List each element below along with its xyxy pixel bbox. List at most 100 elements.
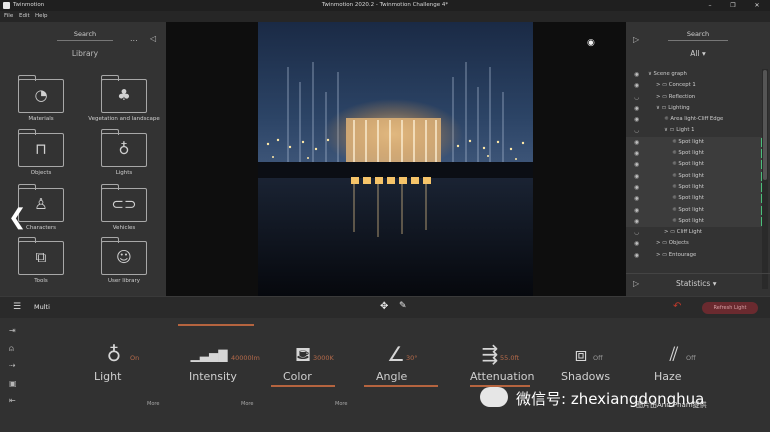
visibility-eye-icon[interactable]: ◉ (634, 80, 639, 91)
collapse-right-icon[interactable]: ▷ (633, 35, 639, 44)
view-eye-icon[interactable]: ◉ (587, 38, 595, 48)
library-search-tab[interactable]: Search (57, 30, 113, 41)
scene-tree-row[interactable]: ◡ > ▭ Reflection (626, 92, 762, 103)
materials-icon: ◔ (34, 86, 48, 104)
scene-tree-row[interactable]: ◉ ☼ Spot light (626, 148, 762, 160)
visibility-eye-icon[interactable]: ◉ (634, 137, 639, 148)
visibility-eye-icon[interactable]: ◉ (634, 238, 639, 249)
scene-tree-row[interactable]: ◉ ☼ Spot light (626, 204, 762, 216)
chevron-down-icon: ▾ (701, 49, 706, 58)
more-link-light[interactable]: More (147, 401, 159, 407)
prop-light[interactable]: ♁ On Light (94, 330, 184, 420)
more-options-icon[interactable]: ... (130, 34, 138, 43)
library-item-user-library[interactable]: ☺ User library (89, 237, 149, 291)
more-link-intensity[interactable]: More (241, 401, 253, 407)
line-icon[interactable]: ⇢ (9, 361, 27, 379)
library-panel: Search Library ... ◁ ◔ Materials ♣ Veget… (0, 22, 166, 296)
pipette-icon[interactable]: ✎ (399, 301, 407, 311)
visibility-hidden-icon[interactable]: ◡ (634, 125, 639, 136)
scene-tree-row[interactable]: ◉ > ▭ Concept 1 (626, 80, 762, 91)
scene-tree-label: ☼ Spot light (672, 172, 704, 179)
scene-tree-row[interactable]: ◉ ☼ Spot light (626, 215, 762, 228)
close-button[interactable]: ✕ (750, 0, 764, 11)
scene-tree-label: ∨ ▭ Light 1 (664, 127, 695, 134)
chevron-left-icon[interactable]: ❮ (8, 205, 26, 230)
visibility-eye-icon[interactable]: ◉ (634, 171, 639, 182)
prop-intensity[interactable]: ▁▃▅▇ 40000lm Intensity (178, 324, 279, 420)
media-icon[interactable]: ▣ (9, 379, 27, 397)
visibility-eye-icon[interactable]: ◉ (634, 193, 639, 204)
menu-file[interactable]: File (4, 11, 13, 22)
scene-tree-row[interactable]: ◡ > ▭ Cliff Light (626, 227, 762, 238)
more-link-color[interactable]: More (335, 401, 347, 407)
scene-tree-row[interactable]: ◉ > ▭ Objects (626, 238, 762, 249)
statistics-dropdown[interactable]: Statistics ▾ (676, 279, 716, 288)
scene-scroll-thumb[interactable] (763, 70, 767, 180)
scene-tree-label: > ▭ Concept 1 (656, 82, 696, 89)
export-icon[interactable]: ⇤ (9, 396, 27, 414)
vegetation-folder-icon: ♣ (101, 75, 147, 113)
light-properties-bar: ⇥ ⍝ ⇢ ▣ ⇤ ♁ On Light More ▁▃▅▇ 40000lm I… (0, 318, 770, 432)
scene-tree: ◉ ∨ Scene graph ◉ > ▭ Concept 1 ◡ > ▭ Reflect… (626, 69, 762, 261)
library-item-objects[interactable]: ⊓ Objects (6, 129, 66, 183)
scene-tree-label: > ▭ Entourage (656, 251, 697, 258)
scene-tree-row[interactable]: ◉ ☼ Spot light (626, 159, 762, 171)
visibility-eye-icon[interactable]: ◉ (634, 205, 639, 216)
statistics-section[interactable]: ▷ Statistics ▾ (626, 273, 770, 296)
maximize-button[interactable]: ❐ (726, 0, 740, 11)
collapse-left-icon[interactable]: ◁ (150, 34, 156, 43)
visibility-eye-icon[interactable]: ◉ (634, 216, 639, 227)
prop-angle[interactable]: ∠ 30° Angle (364, 330, 466, 420)
library-item-label: Tools (34, 278, 48, 284)
side-tools: ⇥ ⍝ ⇢ ▣ ⇤ (9, 326, 27, 414)
menu-edit[interactable]: Edit (19, 11, 30, 22)
visibility-eye-icon[interactable]: ◉ (634, 250, 639, 261)
scene-search-tab[interactable]: Search (668, 30, 728, 41)
wechat-watermark: 微信号: zhexiangdonghua 图片由Ann Pham提供 (480, 382, 770, 412)
statistics-label: Statistics (676, 279, 711, 288)
scene-tree-label: ☼ Spot light (672, 138, 704, 145)
library-item-materials[interactable]: ◔ Materials (6, 75, 66, 129)
scene-tree-row[interactable]: ◉ ∨ Scene graph (626, 69, 762, 80)
lamp-icon[interactable]: ⍝ (9, 344, 27, 362)
visibility-eye-icon[interactable]: ◉ (634, 148, 639, 159)
scene-tree-row[interactable]: ◉ > ▭ Entourage (626, 250, 762, 261)
filter-dropdown[interactable]: All ▾ (678, 49, 718, 58)
scene-tree-row[interactable]: ◉ ☼ Spot light (626, 181, 762, 194)
scene-tree-label: ☼ Area light-Cliff Edge (664, 116, 724, 123)
scene-tree-row[interactable]: ◉ ☼ Spot light (626, 136, 762, 149)
import-icon[interactable]: ⇥ (9, 326, 27, 344)
undo-icon[interactable]: ↶ (673, 301, 681, 312)
scene-tree-row[interactable]: ◉ ∨ ▭ Lighting (626, 103, 762, 114)
visibility-eye-icon[interactable]: ◉ (634, 182, 639, 193)
library-item-vegetation[interactable]: ♣ Vegetation and landscape (88, 75, 160, 129)
minimize-button[interactable]: – (703, 0, 717, 11)
visibility-eye-icon[interactable]: ◉ (634, 103, 639, 114)
visibility-hidden-icon[interactable]: ◡ (634, 227, 639, 238)
library-item-tools[interactable]: ⧉ Tools (6, 237, 66, 291)
visibility-hidden-icon[interactable]: ◡ (634, 92, 639, 103)
library-item-label: Vegetation and landscape (88, 116, 160, 122)
window-title: Twinmotion 2020.2 - Twinmotion Challenge… (321, 2, 449, 8)
expand-icon[interactable]: ▷ (633, 279, 639, 288)
library-item-label: Lights (115, 170, 133, 176)
menu-help[interactable]: Help (35, 11, 48, 22)
visibility-eye-icon[interactable]: ◉ (634, 69, 639, 80)
visibility-eye-icon[interactable]: ◉ (634, 114, 639, 125)
library-item-vehicles[interactable]: ⊂⊃ Vehicles (89, 184, 149, 238)
menu-hamburger-icon[interactable]: ☰ (13, 302, 21, 312)
scene-tree-row[interactable]: ◉ ☼ Spot light (626, 193, 762, 205)
scene-tree-row[interactable]: ◡ ∨ ▭ Light 1 (626, 125, 762, 136)
scene-tree-row[interactable]: ◉ ☼ Spot light (626, 170, 762, 182)
prop-color[interactable]: ⛾ 3000K Color (271, 330, 373, 420)
objects-folder-icon: ⊓ (18, 129, 64, 167)
lightbulb-icon: ♁ (118, 140, 130, 158)
refresh-light-button[interactable]: Refresh Light (702, 302, 758, 314)
scene-tree-row[interactable]: ◉ ☼ Area light-Cliff Edge (626, 114, 762, 125)
3d-viewport[interactable]: ◉ (166, 22, 626, 296)
tree-icon: ♣ (117, 86, 131, 104)
library-item-lights[interactable]: ♁ Lights (89, 129, 149, 183)
filter-value: All (690, 49, 700, 58)
move-icon[interactable]: ✥ (380, 301, 388, 312)
visibility-eye-icon[interactable]: ◉ (634, 159, 639, 170)
